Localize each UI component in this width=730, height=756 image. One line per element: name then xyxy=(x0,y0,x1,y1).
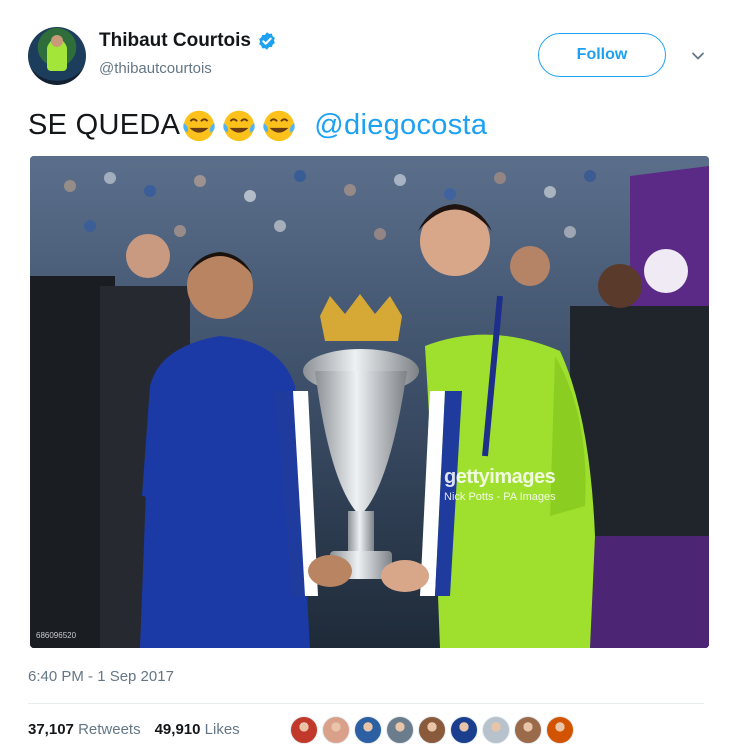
photo-illustration xyxy=(30,156,709,648)
face-with-tears-of-joy-icon xyxy=(263,110,295,142)
retweets-count: 37,107 xyxy=(28,721,74,738)
liker-avatar[interactable] xyxy=(418,716,446,744)
face-with-tears-of-joy-icon xyxy=(223,110,255,142)
avatar-head xyxy=(51,35,63,47)
liker-avatar[interactable] xyxy=(386,716,414,744)
photo-id: 686096520 xyxy=(36,631,77,640)
liker-avatar[interactable] xyxy=(546,716,574,744)
retweets-stat[interactable]: 37,107 Retweets xyxy=(28,721,141,738)
likes-label: Likes xyxy=(204,721,240,738)
retweets-label: Retweets xyxy=(78,721,141,738)
author-avatar[interactable] xyxy=(28,27,86,85)
tweet-body-text: SE QUEDA xyxy=(28,108,181,141)
watermark-brand: gettyimages xyxy=(444,466,556,488)
tweet-photo[interactable]: gettyimages Nick Potts - PA Images 68609… xyxy=(30,156,709,648)
face-with-tears-of-joy-icon xyxy=(183,110,215,142)
follow-button[interactable]: Follow xyxy=(538,33,666,77)
author-name-row[interactable]: Thibaut Courtois xyxy=(99,30,277,52)
liker-avatars xyxy=(290,716,574,744)
verified-badge-icon xyxy=(259,32,275,50)
likes-stat[interactable]: 49,910 Likes xyxy=(155,721,240,738)
liker-avatar[interactable] xyxy=(322,716,350,744)
liker-avatar[interactable] xyxy=(354,716,382,744)
chevron-down-icon[interactable] xyxy=(690,48,706,64)
liker-avatar[interactable] xyxy=(450,716,478,744)
author-name[interactable]: Thibaut Courtois xyxy=(99,30,251,52)
engagement-stats: 37,107 Retweets 49,910 Likes xyxy=(28,721,240,738)
getty-watermark: gettyimages Nick Potts - PA Images xyxy=(444,466,556,503)
divider xyxy=(28,703,704,704)
author-handle[interactable]: @thibautcourtois xyxy=(99,60,212,77)
liker-avatar[interactable] xyxy=(482,716,510,744)
liker-avatar[interactable] xyxy=(514,716,542,744)
tweet-timestamp[interactable]: 6:40 PM - 1 Sep 2017 xyxy=(28,668,174,685)
likes-count: 49,910 xyxy=(154,721,201,738)
tweet-text: SE QUEDA @diegocosta xyxy=(28,106,487,144)
watermark-credit: Nick Potts - PA Images xyxy=(444,491,556,503)
mention-link[interactable]: @diegocosta xyxy=(314,109,487,142)
liker-avatar[interactable] xyxy=(290,716,318,744)
